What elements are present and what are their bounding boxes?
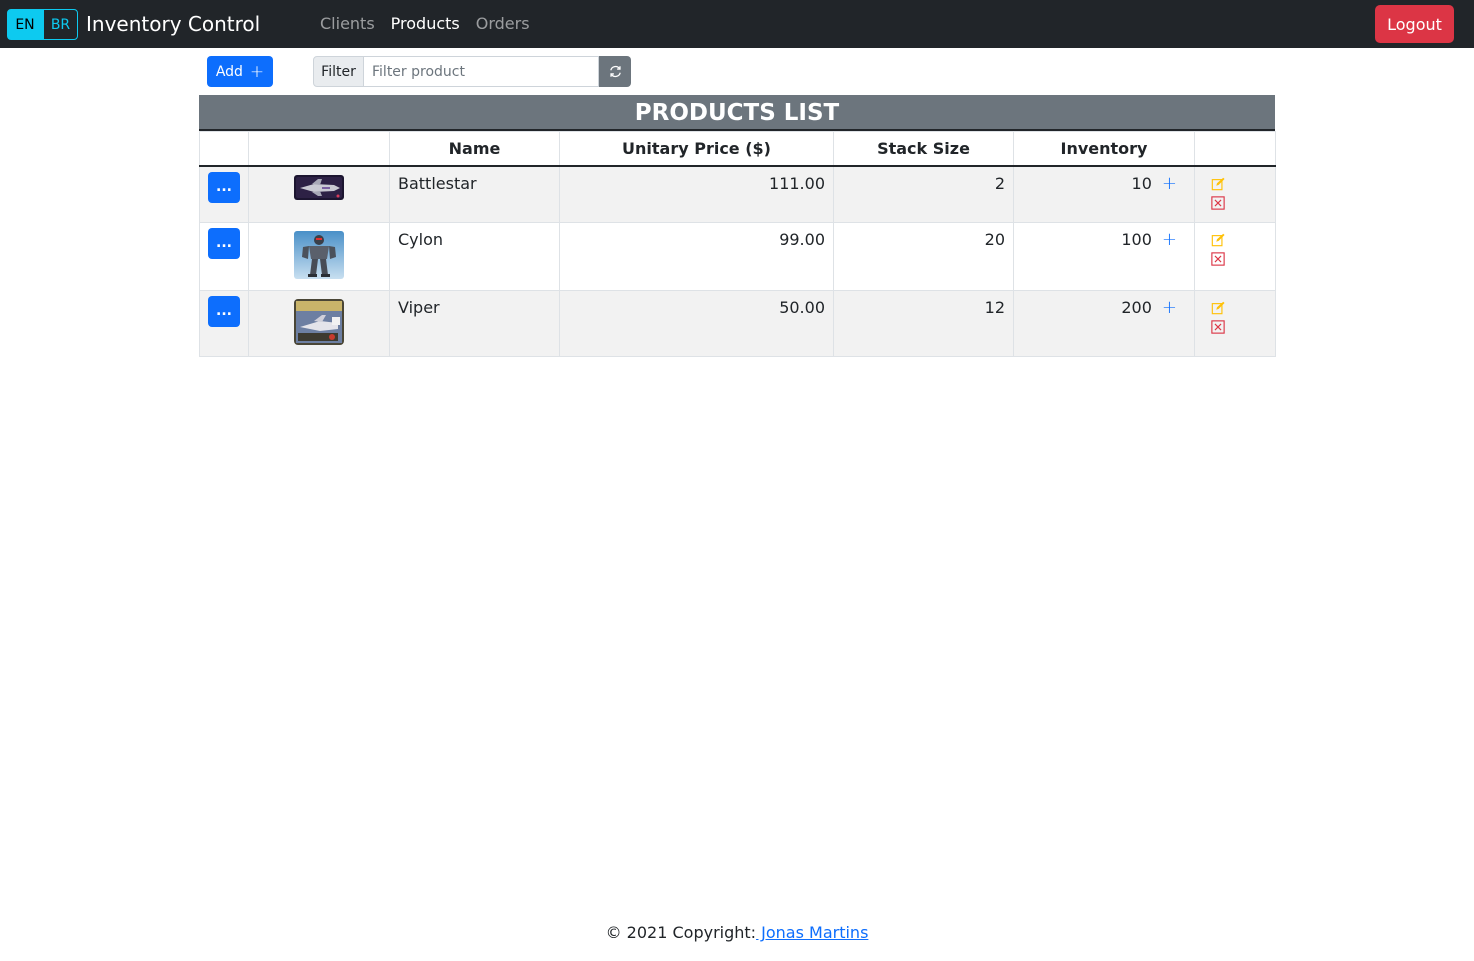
lang-en-button[interactable]: EN [7,9,43,40]
language-switcher: EN BR [7,9,78,40]
filter-group: Filter [313,56,631,87]
add-button-label: Add [215,63,243,80]
table-header-row: Name Unitary Price ($) Stack Size Invent… [199,131,1276,167]
cell-name: Viper [389,289,560,357]
table-row: ... Battlestar 111.00 2 10 + [199,165,1276,223]
add-inventory-icon[interactable]: + [1162,230,1177,248]
cell-name: Battlestar [389,165,560,223]
header-image [248,131,390,167]
cell-stack-size: 20 [833,221,1014,291]
row-menu-button[interactable]: ... [208,295,240,327]
viper-thumbnail[interactable] [294,298,344,345]
table-row: ... Cylon 99.00 20 100 + [199,221,1276,291]
cell-price: 111.00 [559,165,834,223]
delete-icon[interactable] [1211,319,1225,334]
header-name[interactable]: Name [389,131,560,167]
cell-price: 50.00 [559,289,834,357]
cell-name: Cylon [389,221,560,291]
refresh-button[interactable] [599,56,631,87]
footer: © 2021 Copyright: Jonas Martins [0,922,1474,944]
filter-input[interactable] [364,56,599,87]
main-nav: Clients Products Orders [320,12,530,36]
cell-inventory: 100 [1121,229,1152,249]
header-actions [1194,131,1276,167]
cell-stack-size: 2 [833,165,1014,223]
products-table: Name Unitary Price ($) Stack Size Invent… [199,131,1276,357]
cell-inventory: 10 [1131,173,1152,193]
nav-link-products[interactable]: Products [391,12,460,36]
lang-br-button[interactable]: BR [43,9,78,40]
copyright-text: © 2021 Copyright: [605,923,757,942]
cell-inventory: 200 [1121,297,1152,317]
table-row: ... Viper 50.00 12 200 + [199,289,1276,357]
cell-price: 99.00 [559,221,834,291]
nav-link-orders[interactable]: Orders [476,12,530,36]
header-stack-size[interactable]: Stack Size [833,131,1014,167]
edit-icon[interactable] [1211,301,1225,315]
logout-button[interactable]: Logout [1375,5,1454,43]
top-navbar: EN BR Inventory Control Clients Products… [0,0,1474,48]
author-link[interactable]: Jonas Martins [756,923,868,942]
nav-link-clients[interactable]: Clients [320,12,375,36]
header-price[interactable]: Unitary Price ($) [559,131,834,167]
products-table-container: PRODUCTS LIST Name Unitary Price ($) Sta… [199,95,1276,357]
add-product-button[interactable]: Add + [207,56,273,87]
row-menu-button[interactable]: ... [208,227,240,259]
delete-icon[interactable] [1211,195,1225,210]
refresh-icon [609,65,621,78]
table-title: PRODUCTS LIST [199,95,1275,131]
app-brand[interactable]: Inventory Control [86,10,260,38]
add-inventory-icon[interactable]: + [1162,298,1177,316]
row-menu-button[interactable]: ... [208,171,240,203]
header-menu [199,131,249,167]
cell-stack-size: 12 [833,289,1014,357]
battlestar-thumbnail[interactable] [294,174,344,200]
edit-icon[interactable] [1211,177,1225,191]
header-inventory[interactable]: Inventory [1013,131,1195,167]
plus-icon: + [249,61,265,82]
add-inventory-icon[interactable]: + [1162,174,1177,192]
filter-label: Filter [313,56,364,87]
cylon-thumbnail[interactable] [294,230,344,279]
delete-icon[interactable] [1211,251,1225,266]
edit-icon[interactable] [1211,233,1225,247]
